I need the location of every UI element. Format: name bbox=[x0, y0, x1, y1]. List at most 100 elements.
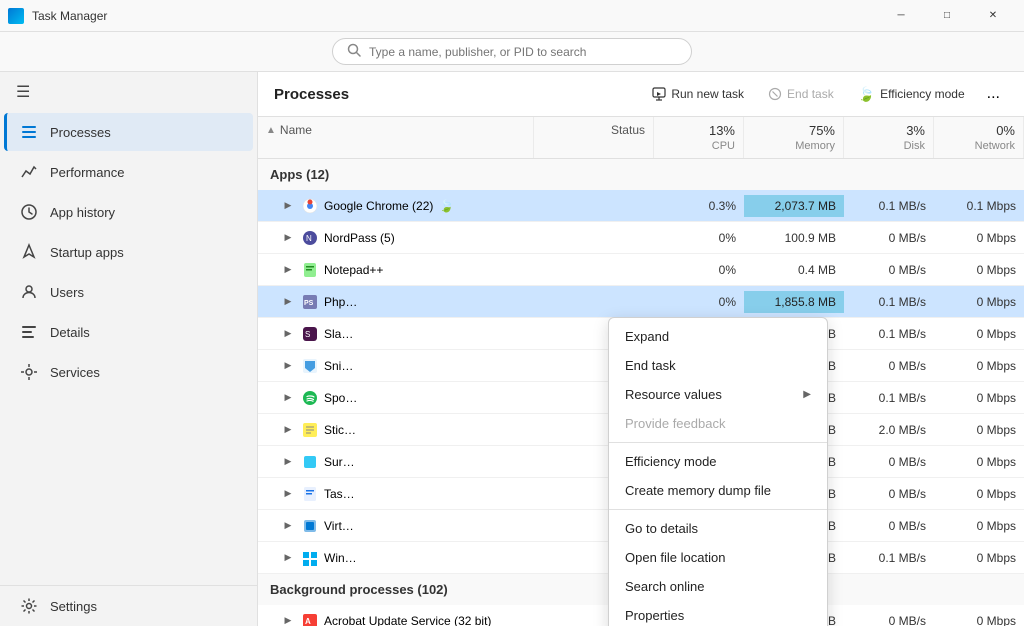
toolbar: Processes Run new task End task 🍃 bbox=[258, 72, 1024, 117]
sidebar-item-services[interactable]: Services bbox=[4, 353, 253, 391]
col-header-disk[interactable]: 3% Disk bbox=[844, 117, 934, 158]
sidebar-item-startup-apps[interactable]: Startup apps bbox=[4, 233, 253, 271]
expand-arrow[interactable]: ▶ bbox=[282, 488, 294, 500]
context-item-expand[interactable]: Expand bbox=[609, 322, 827, 351]
run-task-icon bbox=[652, 87, 666, 101]
app-icon-php: PS bbox=[302, 294, 318, 310]
app-icon-surface bbox=[302, 454, 318, 470]
context-item-efficiency-mode[interactable]: Efficiency mode bbox=[609, 447, 827, 476]
col-header-name[interactable]: ▲ Name bbox=[258, 117, 534, 158]
memory-cell: 0.4 MB bbox=[744, 259, 844, 281]
row-name-cell: ▶ Virt… bbox=[258, 514, 534, 538]
expand-arrow[interactable]: ▶ bbox=[282, 615, 294, 626]
expand-arrow[interactable]: ▶ bbox=[282, 520, 294, 532]
sidebar-item-users[interactable]: Users bbox=[4, 273, 253, 311]
context-item-label: Create memory dump file bbox=[625, 483, 771, 498]
sidebar-item-processes[interactable]: Processes bbox=[4, 113, 253, 151]
sidebar-label-details: Details bbox=[50, 325, 90, 340]
expand-arrow[interactable]: ▶ bbox=[282, 296, 294, 308]
sidebar-item-details[interactable]: Details bbox=[4, 313, 253, 351]
sidebar-item-app-history[interactable]: App history bbox=[4, 193, 253, 231]
table-row[interactable]: ▶ PS Php… 0% 1,855.8 MB 0.1 MB/s 0 Mbps bbox=[258, 286, 1024, 318]
network-cell: 0 Mbps bbox=[934, 259, 1024, 281]
context-item-resource-values[interactable]: Resource values▶ bbox=[609, 380, 827, 409]
app-name: Sla… bbox=[324, 327, 353, 341]
network-cell: 0 Mbps bbox=[934, 323, 1024, 345]
app-name: Sur… bbox=[324, 455, 355, 469]
memory-cell: 2,073.7 MB bbox=[744, 195, 844, 217]
sidebar-label-settings: Settings bbox=[50, 599, 97, 614]
row-name-cell: ▶ Notepad++ bbox=[258, 258, 534, 282]
disk-cell: 0.1 MB/s bbox=[844, 291, 934, 313]
table-container: BITECH YOUR VISION OUR FUTURE ▲ Name Sta… bbox=[258, 117, 1024, 626]
expand-arrow[interactable]: ▶ bbox=[282, 232, 294, 244]
processes-icon bbox=[20, 123, 38, 141]
row-name-cell: ▶ Stic… bbox=[258, 418, 534, 442]
close-button[interactable]: ✕ bbox=[970, 0, 1016, 32]
context-item-provide-feedback: Provide feedback bbox=[609, 409, 827, 438]
network-cell: 0 Mbps bbox=[934, 355, 1024, 377]
context-item-end-task[interactable]: End task bbox=[609, 351, 827, 380]
app-icon-spotify bbox=[302, 390, 318, 406]
expand-arrow[interactable]: ▶ bbox=[282, 328, 294, 340]
context-item-properties[interactable]: Properties bbox=[609, 601, 827, 626]
context-item-label: Properties bbox=[625, 608, 684, 623]
main-content: ☰ Processes Performance bbox=[0, 72, 1024, 626]
app-name: Win… bbox=[324, 551, 357, 565]
sidebar-item-settings[interactable]: Settings bbox=[4, 587, 253, 625]
expand-arrow[interactable]: ▶ bbox=[282, 456, 294, 468]
expand-arrow[interactable]: ▶ bbox=[282, 360, 294, 372]
sidebar-item-performance[interactable]: Performance bbox=[4, 153, 253, 191]
app-icon-snip bbox=[302, 358, 318, 374]
app-icon-notepadpp bbox=[302, 262, 318, 278]
context-item-label: Expand bbox=[625, 329, 669, 344]
settings-icon bbox=[20, 597, 38, 615]
context-separator bbox=[609, 509, 827, 510]
table-row[interactable]: ▶ N NordPass (5) 0% 100.9 MB 0 MB/s 0 Mb… bbox=[258, 222, 1024, 254]
svg-text:PS: PS bbox=[304, 300, 314, 307]
disk-cell: 0.1 MB/s bbox=[844, 195, 934, 217]
context-item-create-memory-dump[interactable]: Create memory dump file bbox=[609, 476, 827, 505]
network-cell: 0.1 Mbps bbox=[934, 195, 1024, 217]
row-name-cell: ▶ A Acrobat Update Service (32 bit) bbox=[258, 609, 534, 626]
expand-arrow[interactable]: ▶ bbox=[282, 552, 294, 564]
app-icon bbox=[8, 8, 24, 24]
table-row[interactable]: ▶ Google Chrome (22) 🍃 0.3% 2,073.7 MB 0… bbox=[258, 190, 1024, 222]
minimize-button[interactable]: ─ bbox=[878, 0, 924, 32]
context-item-go-to-details[interactable]: Go to details bbox=[609, 514, 827, 543]
services-icon bbox=[20, 363, 38, 381]
context-item-search-online[interactable]: Search online bbox=[609, 572, 827, 601]
title-bar-left: Task Manager bbox=[8, 8, 107, 24]
table-row[interactable]: ▶ Notepad++ 0% 0.4 MB 0 MB/s 0 Mbps bbox=[258, 254, 1024, 286]
expand-arrow[interactable]: ▶ bbox=[282, 200, 294, 212]
disk-cell: 0 MB/s bbox=[844, 451, 934, 473]
app-icon-windows bbox=[302, 550, 318, 566]
expand-arrow[interactable]: ▶ bbox=[282, 264, 294, 276]
search-input[interactable] bbox=[369, 45, 677, 59]
efficiency-mode-button[interactable]: 🍃 Efficiency mode bbox=[848, 81, 975, 108]
more-options-button[interactable]: ... bbox=[979, 80, 1008, 108]
expand-arrow[interactable]: ▶ bbox=[282, 424, 294, 436]
maximize-button[interactable]: □ bbox=[924, 0, 970, 32]
row-name-cell: ▶ Tas… bbox=[258, 482, 534, 506]
col-header-cpu[interactable]: 13% CPU bbox=[654, 117, 744, 158]
expand-arrow[interactable]: ▶ bbox=[282, 392, 294, 404]
hamburger-icon[interactable]: ☰ bbox=[0, 72, 257, 112]
app-history-icon bbox=[20, 203, 38, 221]
run-new-task-button[interactable]: Run new task bbox=[642, 82, 754, 106]
network-cell: 0 Mbps bbox=[934, 483, 1024, 505]
col-header-memory[interactable]: 75% Memory bbox=[744, 117, 844, 158]
col-header-status[interactable]: Status bbox=[534, 117, 654, 158]
memory-cell: 1,855.8 MB bbox=[744, 291, 844, 313]
row-name-cell: ▶ Spo… bbox=[258, 386, 534, 410]
sidebar-label-app-history: App history bbox=[50, 205, 115, 220]
app-icon-slack: S bbox=[302, 326, 318, 342]
col-header-network[interactable]: 0% Network bbox=[934, 117, 1024, 158]
app-name: Stic… bbox=[324, 423, 356, 437]
end-task-button[interactable]: End task bbox=[758, 82, 844, 106]
status-cell bbox=[534, 266, 654, 274]
network-cell: 0 Mbps bbox=[934, 610, 1024, 626]
row-name-cell: ▶ PS Php… bbox=[258, 290, 534, 314]
context-item-open-file-location[interactable]: Open file location bbox=[609, 543, 827, 572]
status-cell bbox=[534, 202, 654, 210]
